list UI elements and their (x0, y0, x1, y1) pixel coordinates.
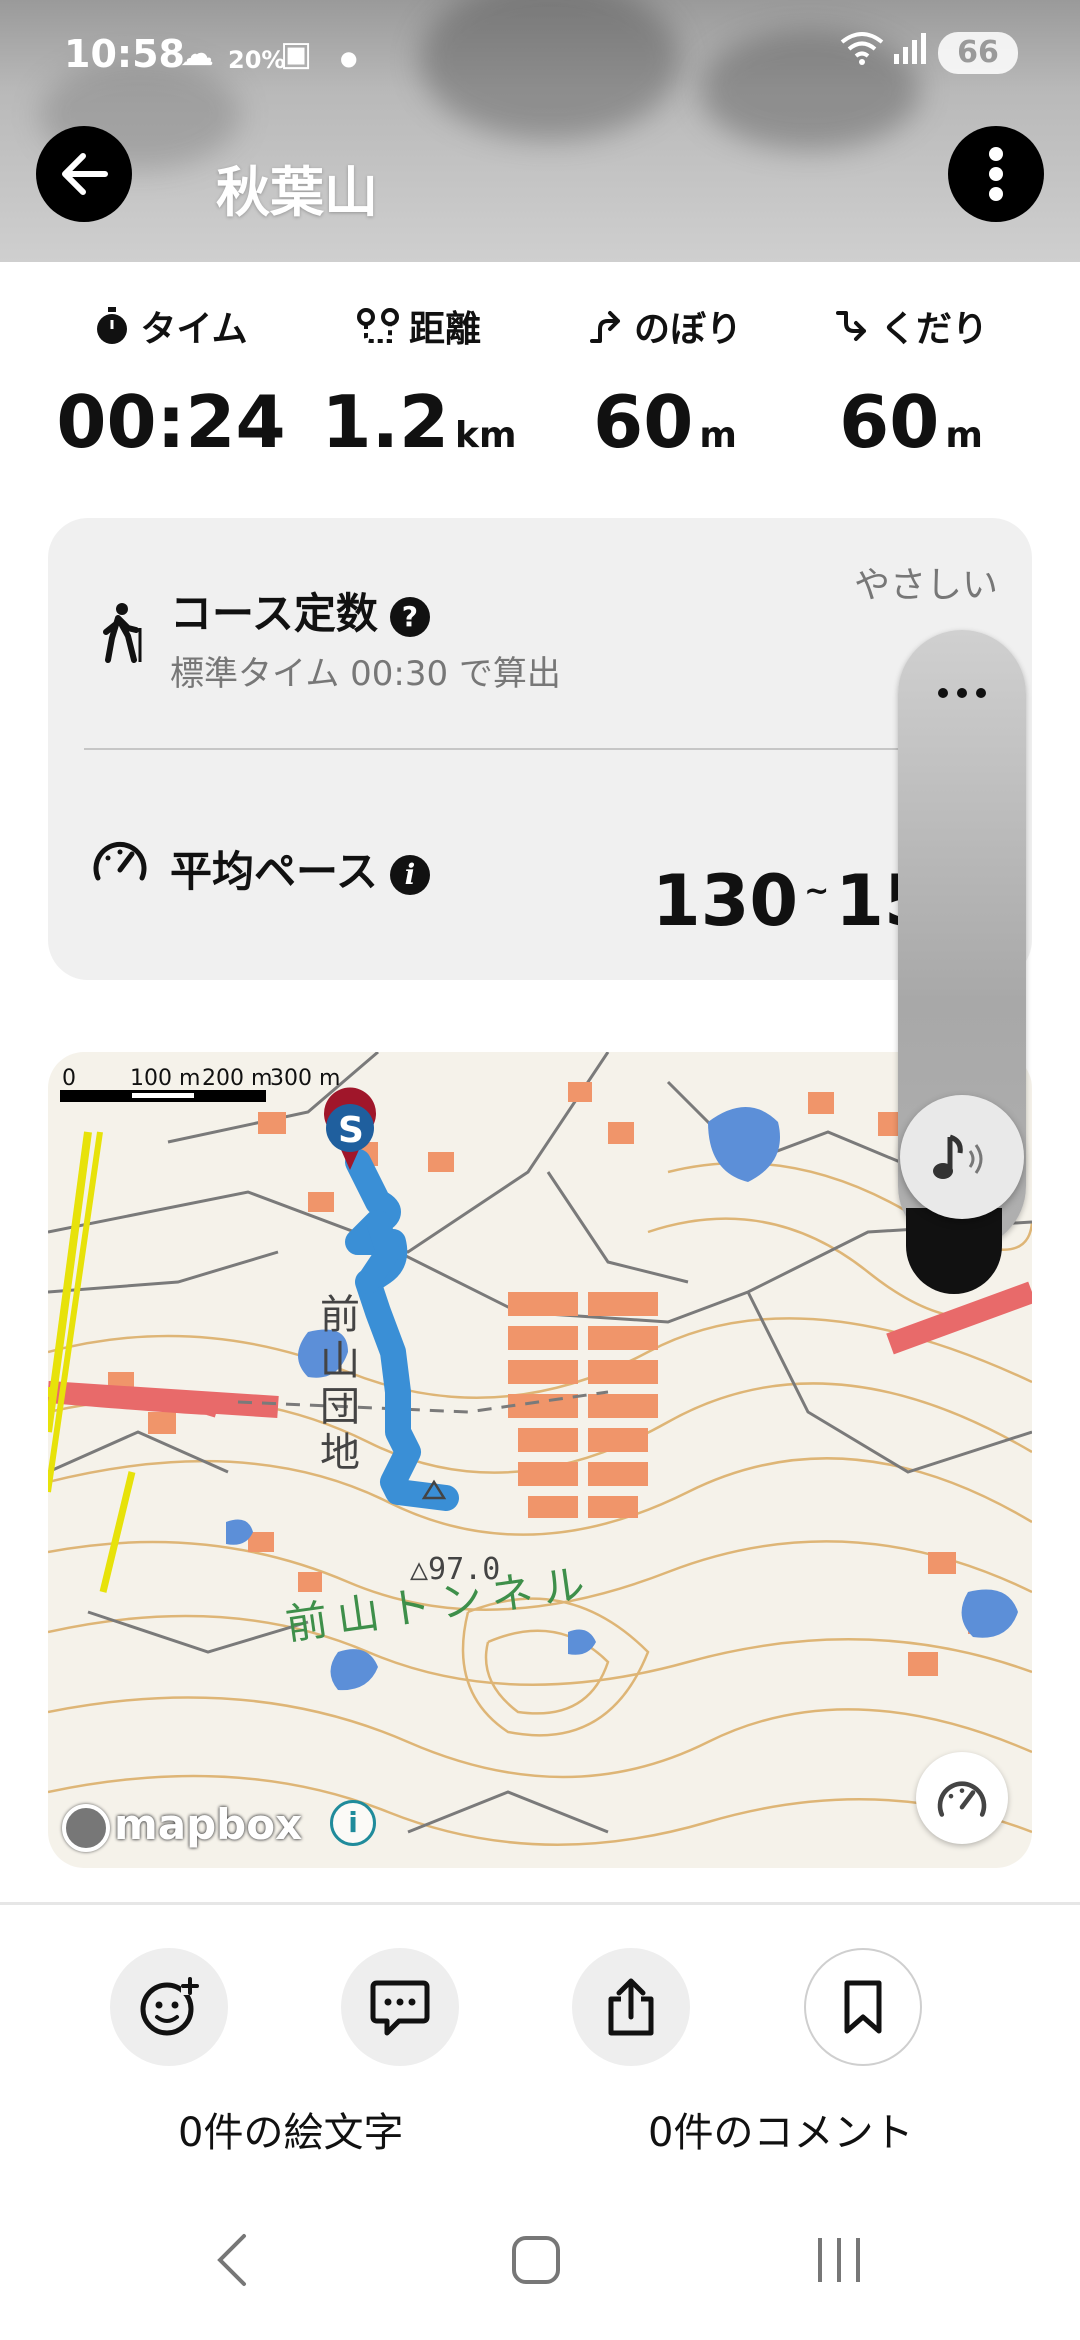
emoji-count-label[interactable]: 0件の絵文字 (178, 2100, 403, 2158)
info-icon[interactable]: i (389, 854, 430, 895)
average-pace-heading: 平均ペース i (170, 838, 430, 899)
descent-icon (835, 311, 866, 341)
share-button[interactable] (572, 1948, 690, 2066)
route-icon (356, 308, 399, 343)
scale-label: 0 (62, 1066, 76, 1091)
stat-descent: くだり 60 m (786, 300, 1036, 464)
comment-button[interactable] (341, 1948, 459, 2066)
course-card: コース定数? 標準タイム 00:30 で算出 やさしい 平均ペース i 130 ~1… (48, 518, 1032, 980)
dot-icon: ● (340, 46, 358, 70)
place-char: 前 (320, 1292, 360, 1338)
comment-count-label[interactable]: 0件のコメント (648, 2100, 913, 2158)
stat-ascent-value: 60 (593, 380, 694, 464)
stopwatch-icon (97, 307, 128, 344)
pace-range: 130 ~15 (652, 860, 933, 942)
pace-low: 130 (652, 860, 799, 942)
stat-time: タイム 00:24 (46, 300, 296, 464)
course-constant-heading: コース定数? (170, 580, 430, 641)
place-char: 地 (320, 1430, 360, 1476)
stat-descent-value: 60 (839, 380, 940, 464)
nav-home-button[interactable] (510, 2230, 562, 2305)
chevron-left-icon (217, 2234, 246, 2286)
recents-icon (818, 2238, 860, 2282)
course-constant-label: コース定数 (170, 589, 378, 638)
stat-descent-label: くだり (879, 309, 988, 350)
emoji-add-icon (140, 1977, 199, 2036)
rain-chance: 20% (228, 46, 286, 74)
elevation-label: △97.0 (410, 1552, 501, 1587)
mapbox-mark-icon (62, 1803, 110, 1852)
map-pace-button[interactable] (916, 1752, 1008, 1844)
difficulty-label: やさしい (854, 565, 999, 606)
speedometer-icon (937, 1781, 987, 1817)
bookmark-button[interactable] (804, 1948, 922, 2066)
stat-distance-label: 距離 (408, 309, 481, 350)
place-char: 団 (320, 1384, 360, 1430)
more-horizontal-icon[interactable] (936, 686, 988, 700)
sound-toggle-button[interactable] (900, 1095, 1024, 1219)
stat-ascent-unit: m (699, 415, 737, 456)
nav-back-button[interactable] (212, 2230, 252, 2305)
stat-ascent-label: のぼり (633, 309, 742, 350)
place-label-maeyama-danchi: 前 山 団 地 (310, 1292, 370, 1476)
cloud-icon: ☁ (180, 34, 214, 74)
battery-indicator: 66 (938, 32, 1018, 74)
share-icon (608, 1978, 654, 2036)
stat-descent-unit: m (945, 415, 983, 456)
pace-tilde: ~ (804, 873, 830, 909)
stat-distance-value: 1.2 (321, 380, 450, 464)
header: 10:58 ☁ 20% ▣ ● 66 秋葉山 (0, 0, 1080, 262)
page-title: 秋葉山 (216, 161, 378, 224)
back-button[interactable] (36, 126, 132, 222)
scale-label: 100 m (130, 1066, 201, 1091)
more-options-button[interactable] (948, 126, 1044, 222)
signal-icon (892, 30, 926, 75)
comment-icon (370, 1980, 430, 2036)
place-char: 山 (320, 1338, 360, 1384)
scale-label: 200 m (202, 1066, 273, 1091)
stat-distance-unit: km (455, 415, 517, 456)
average-pace-label: 平均ペース (170, 847, 378, 896)
status-bar: 10:58 ☁ 20% ▣ ● 66 (0, 0, 1080, 110)
hiker-icon (103, 603, 142, 663)
home-square-icon (512, 2236, 560, 2284)
ascent-icon (589, 311, 620, 343)
card-divider (84, 748, 996, 750)
bookmark-icon (844, 1980, 882, 2034)
stat-distance: 距離 1.2 km (294, 300, 544, 464)
section-divider (0, 1902, 1080, 1905)
help-icon[interactable]: ? (389, 596, 430, 637)
stat-time-value: 00:24 (56, 380, 286, 464)
status-time: 10:58 (64, 32, 185, 76)
shopping-bag-icon: ▣ (280, 34, 313, 74)
mapbox-attribution: mapbox (114, 1800, 303, 1849)
mapbox-logo[interactable]: mapbox (62, 1800, 302, 1852)
stat-ascent: のぼり 60 m (540, 300, 790, 464)
nav-recents-button[interactable] (814, 2230, 864, 2305)
start-marker[interactable]: S (334, 1110, 368, 1151)
scale-label: 300 m (270, 1066, 341, 1091)
standard-time-text: 標準タイム 00:30 で算出 (170, 654, 561, 694)
topographic-map (48, 1052, 1032, 1846)
add-emoji-button[interactable] (110, 1948, 228, 2066)
stat-time-label: タイム (140, 309, 248, 350)
speedometer-icon (93, 841, 147, 881)
music-note-icon (933, 1134, 983, 1179)
wifi-icon (840, 30, 884, 74)
map-view[interactable]: 0 100 m 200 m 300 m S 前 山 団 地 前山トンネル △97… (48, 1052, 1032, 1868)
more-vertical-icon (989, 147, 1003, 201)
arrow-left-icon (62, 153, 108, 195)
map-info-button[interactable]: i (330, 1800, 376, 1846)
